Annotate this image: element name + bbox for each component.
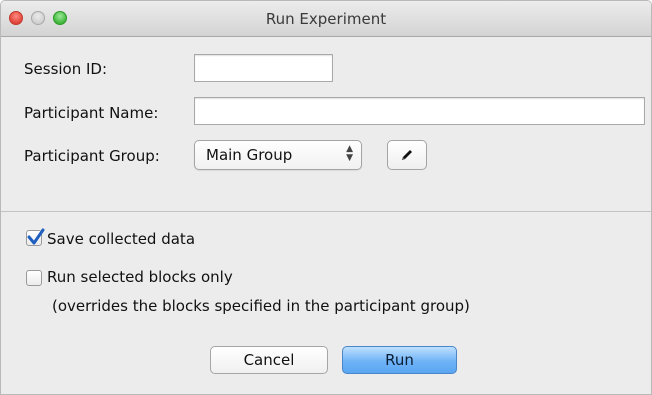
edit-group-button[interactable] — [387, 140, 427, 170]
cancel-button[interactable]: Cancel — [210, 346, 328, 374]
session-id-label: Session ID: — [24, 60, 108, 78]
run-button[interactable]: Run — [342, 346, 457, 374]
save-data-label[interactable]: Save collected data — [47, 230, 195, 248]
save-data-checkbox[interactable] — [26, 228, 45, 246]
window-title: Run Experiment — [265, 10, 387, 28]
section-divider — [1, 211, 651, 212]
participant-name-label: Participant Name: — [24, 104, 159, 122]
title-bar[interactable]: Run Experiment — [1, 1, 651, 37]
participant-group-select[interactable]: Main Group ▲ ▼ — [194, 140, 362, 170]
run-selected-checkbox[interactable] — [26, 270, 42, 286]
participant-name-field[interactable] — [194, 97, 645, 125]
popup-arrows-icon: ▲ ▼ — [346, 144, 353, 163]
run-selected-label[interactable]: Run selected blocks only — [47, 268, 233, 286]
pencil-icon — [402, 150, 412, 160]
participant-group-value: Main Group — [206, 146, 293, 164]
session-id-field[interactable] — [194, 54, 333, 82]
checkmark-icon — [27, 228, 45, 245]
run-selected-note: (overrides the blocks specified in the p… — [52, 297, 470, 315]
participant-group-label: Participant Group: — [24, 147, 160, 165]
run-experiment-window: Run Experiment Session ID: Participant N… — [0, 0, 652, 395]
